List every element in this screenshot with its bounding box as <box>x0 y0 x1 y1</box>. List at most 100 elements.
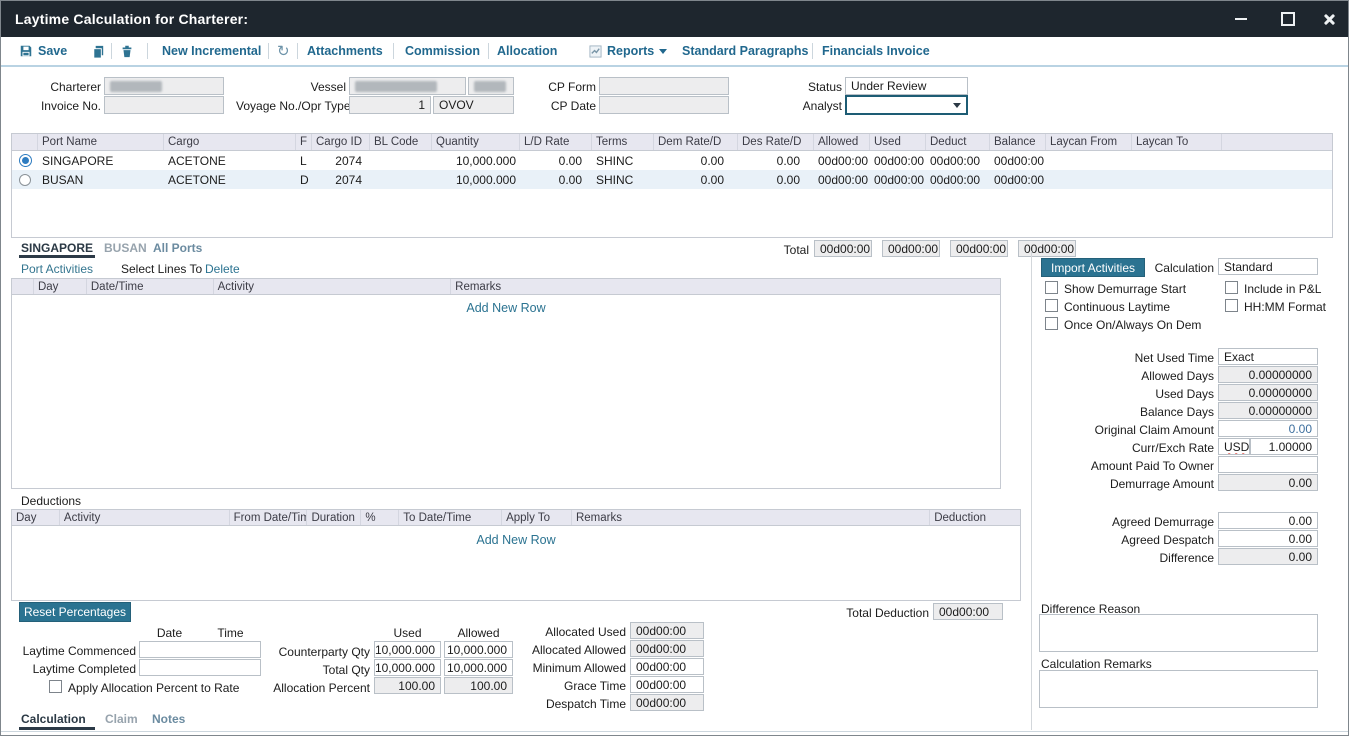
tab-busan[interactable]: BUSAN <box>104 241 147 255</box>
tab-claim[interactable]: Claim <box>105 712 138 726</box>
hhmm-format-checkbox[interactable] <box>1225 299 1238 312</box>
col-ded-remarks[interactable]: Remarks <box>572 510 930 525</box>
agreed-demurrage-field[interactable]: 0.00 <box>1218 512 1318 529</box>
add-activity-row-link[interactable]: Add New Row <box>12 301 1000 315</box>
invoice-no-field[interactable] <box>104 96 224 114</box>
deductions-grid-header: Day Activity From Date/Time Duration % T… <box>12 510 1020 526</box>
cp-form-label: CP Form <box>526 80 596 94</box>
include-pl-checkbox[interactable] <box>1225 281 1238 294</box>
attachments-button[interactable]: Attachments <box>307 37 383 65</box>
col-des-rate[interactable]: Des Rate/D <box>738 134 814 150</box>
row-radio-selected[interactable] <box>19 154 32 167</box>
minimum-allowed-label: Minimum Allowed <box>501 661 626 675</box>
col-ded-activity[interactable]: Activity <box>60 510 230 525</box>
add-deduction-row-link[interactable]: Add New Row <box>12 533 1020 547</box>
counterparty-used-field[interactable]: 10,000.000 <box>374 641 441 658</box>
delete-lines-link[interactable]: Delete <box>205 262 240 276</box>
apply-allocation-checkbox[interactable] <box>49 680 62 693</box>
col-port-name[interactable]: Port Name <box>38 134 164 150</box>
opr-type-field[interactable]: OVOV <box>433 96 514 114</box>
vessel-code-field[interactable] <box>468 77 514 95</box>
difference-field: 0.00 <box>1218 548 1318 565</box>
col-day[interactable]: Day <box>34 279 87 294</box>
allocation-button[interactable]: Allocation <box>497 37 557 65</box>
col-ded-to[interactable]: To Date/Time <box>399 510 502 525</box>
calculation-field[interactable]: Standard <box>1218 258 1318 275</box>
col-deduct[interactable]: Deduct <box>926 134 990 150</box>
col-laycan-to[interactable]: Laycan To <box>1132 134 1222 150</box>
redacted-text <box>355 81 437 92</box>
col-datetime[interactable]: Date/Time <box>87 279 214 294</box>
reports-button[interactable]: Reports <box>589 37 667 65</box>
col-used[interactable]: Used <box>870 134 926 150</box>
col-ded-deduction[interactable]: Deduction <box>930 510 1020 525</box>
col-f[interactable]: F <box>296 134 312 150</box>
tab-notes[interactable]: Notes <box>152 712 185 726</box>
status-field[interactable]: Under Review <box>845 77 968 95</box>
tab-calculation[interactable]: Calculation <box>21 712 86 726</box>
total-qty-used-field[interactable]: 10,000.000 <box>374 659 441 676</box>
col-ded-percent[interactable]: % <box>361 510 399 525</box>
cp-date-field[interactable] <box>599 96 729 114</box>
col-ded-duration[interactable]: Duration <box>307 510 361 525</box>
col-balance[interactable]: Balance <box>990 134 1046 150</box>
cp-form-field[interactable] <box>599 77 729 95</box>
grace-time-field[interactable]: 00d00:00 <box>630 676 704 693</box>
commission-button[interactable]: Commission <box>405 37 480 65</box>
refresh-button[interactable]: ↻ <box>277 37 290 65</box>
currency-field[interactable]: USD <box>1218 438 1250 455</box>
invoice-no-label: Invoice No. <box>21 99 101 113</box>
once-on-dem-checkbox[interactable] <box>1045 317 1058 330</box>
charterer-field[interactable] <box>104 77 224 95</box>
chevron-down-icon <box>953 103 961 108</box>
minimum-allowed-field[interactable]: 00d00:00 <box>630 658 704 675</box>
table-row-busan[interactable]: BUSAN ACETONE D 2074 10,000.000 0.00 SHI… <box>12 170 1332 189</box>
show-demurrage-checkbox[interactable] <box>1045 281 1058 294</box>
standard-paragraphs-button[interactable]: Standard Paragraphs <box>682 37 808 65</box>
col-remarks[interactable]: Remarks <box>451 279 1000 294</box>
table-row-singapore[interactable]: SINGAPORE ACETONE L 2074 10,000.000 0.00… <box>12 151 1332 170</box>
col-bl-code[interactable]: BL Code <box>370 134 432 150</box>
col-cargo[interactable]: Cargo <box>164 134 296 150</box>
tab-all-ports[interactable]: All Ports <box>153 241 202 255</box>
delete-button[interactable] <box>120 37 134 65</box>
agreed-despatch-field[interactable]: 0.00 <box>1218 530 1318 547</box>
amount-paid-field[interactable] <box>1218 456 1318 473</box>
continuous-laytime-checkbox[interactable] <box>1045 299 1058 312</box>
laytime-window: Laytime Calculation for Charterer: Save … <box>0 0 1349 736</box>
original-claim-field[interactable]: 0.00 <box>1218 420 1318 437</box>
tab-singapore[interactable]: SINGAPORE <box>21 241 93 255</box>
total-allowed-field: 00d00:00 <box>814 240 872 257</box>
col-terms[interactable]: Terms <box>592 134 654 150</box>
copy-button[interactable] <box>91 37 106 65</box>
col-ld-rate[interactable]: L/D Rate <box>520 134 592 150</box>
voyage-no-field[interactable]: 1 <box>349 96 431 114</box>
col-activity[interactable]: Activity <box>214 279 452 294</box>
cp-date-label: CP Date <box>526 99 596 113</box>
reset-percentages-button[interactable]: Reset Percentages <box>19 602 131 622</box>
once-on-dem-label: Once On/Always On Dem <box>1064 318 1201 332</box>
agreed-despatch-label: Agreed Despatch <box>1031 533 1214 547</box>
col-ded-from[interactable]: From Date/Time <box>230 510 308 525</box>
col-quantity[interactable]: Quantity <box>432 134 520 150</box>
col-cargo-id[interactable]: Cargo ID <box>312 134 370 150</box>
maximize-button[interactable] <box>1280 12 1296 26</box>
col-laycan-from[interactable]: Laycan From <box>1046 134 1132 150</box>
row-radio[interactable] <box>19 174 31 186</box>
difference-reason-textarea[interactable] <box>1039 614 1318 652</box>
chevron-down-icon <box>659 49 667 54</box>
minimize-button[interactable] <box>1233 12 1249 26</box>
col-ded-day[interactable]: Day <box>12 510 60 525</box>
close-button[interactable] <box>1321 12 1337 26</box>
vessel-field[interactable] <box>349 77 466 95</box>
analyst-dropdown[interactable] <box>845 95 968 115</box>
net-used-time-field[interactable]: Exact <box>1218 348 1318 365</box>
financials-invoice-button[interactable]: Financials Invoice <box>822 37 930 65</box>
new-incremental-button[interactable]: New Incremental <box>162 37 261 65</box>
exch-rate-field[interactable]: 1.00000 <box>1250 438 1318 455</box>
calculation-remarks-textarea[interactable] <box>1039 670 1318 708</box>
col-ded-apply-to[interactable]: Apply To <box>502 510 572 525</box>
col-allowed[interactable]: Allowed <box>814 134 870 150</box>
col-dem-rate[interactable]: Dem Rate/D <box>654 134 738 150</box>
save-button[interactable]: Save <box>19 37 67 65</box>
